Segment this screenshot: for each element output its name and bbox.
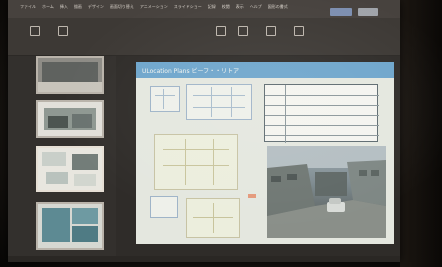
- floor-plan-small: [150, 196, 178, 218]
- photo-of-projected-screen: ファイル ホーム 挿入 描画 デザイン 画面切り替え アニメーション スライドシ…: [0, 0, 442, 267]
- menu-review[interactable]: 校閲: [222, 4, 230, 10]
- new-slide-icon[interactable]: [30, 26, 40, 36]
- room-wall: [400, 0, 442, 267]
- status-bar: [8, 256, 400, 262]
- callout-marker: [248, 194, 256, 198]
- menu-slideshow[interactable]: スライドショー: [174, 4, 202, 10]
- projected-app-window: ファイル ホーム 挿入 描画 デザイン 画面切り替え アニメーション スライドシ…: [8, 0, 400, 262]
- floor-plan-detail: [154, 134, 238, 190]
- menu-file[interactable]: ファイル: [20, 4, 36, 10]
- menu-items: ファイル ホーム 挿入 描画 デザイン 画面切り替え アニメーション スライドシ…: [20, 4, 288, 10]
- slide-title-bar: ULocation Plans ビーフ・・リトア: [136, 62, 394, 78]
- menu-help[interactable]: ヘルプ: [250, 4, 262, 10]
- menu-transitions[interactable]: 画面切り替え: [110, 4, 134, 10]
- menu-record[interactable]: 記録: [208, 4, 216, 10]
- slide-thumbnail[interactable]: [36, 202, 104, 250]
- share-button[interactable]: [330, 8, 352, 16]
- slide-thumbnail[interactable]: [36, 56, 104, 94]
- menu-animations[interactable]: アニメーション: [140, 4, 168, 10]
- dictate-icon[interactable]: [294, 26, 304, 36]
- menu-home[interactable]: ホーム: [42, 4, 54, 10]
- slide-thumbnail-pane: [8, 56, 116, 262]
- arrange-icon[interactable]: [238, 26, 248, 36]
- floor-plan-small: [150, 86, 180, 112]
- designer-icon[interactable]: [266, 26, 276, 36]
- current-slide[interactable]: ULocation Plans ビーフ・・リトア: [136, 62, 394, 244]
- info-table: [264, 84, 379, 143]
- shape-icon[interactable]: [216, 26, 226, 36]
- menu-insert[interactable]: 挿入: [60, 4, 68, 10]
- slide-editing-canvas: ULocation Plans ビーフ・・リトア: [116, 56, 400, 262]
- menu-design[interactable]: デザイン: [88, 4, 104, 10]
- layout-icon[interactable]: [58, 26, 68, 36]
- courtyard-photo: [267, 146, 386, 238]
- ribbon-toolbar: [8, 18, 400, 56]
- menu-view[interactable]: 表示: [236, 4, 244, 10]
- menu-draw[interactable]: 描画: [74, 4, 82, 10]
- slide-title: ULocation Plans ビーフ・・リトア: [142, 68, 240, 75]
- slide-thumbnail[interactable]: [36, 100, 104, 138]
- floor-plan-main: [186, 84, 252, 120]
- slide-thumbnail[interactable]: [36, 146, 104, 192]
- menu-bar: ファイル ホーム 挿入 描画 デザイン 画面切り替え アニメーション スライドシ…: [8, 0, 400, 18]
- comments-button[interactable]: [358, 8, 378, 16]
- menu-shape-format[interactable]: 図形の書式: [268, 4, 288, 10]
- floor-plan-lower: [186, 198, 240, 238]
